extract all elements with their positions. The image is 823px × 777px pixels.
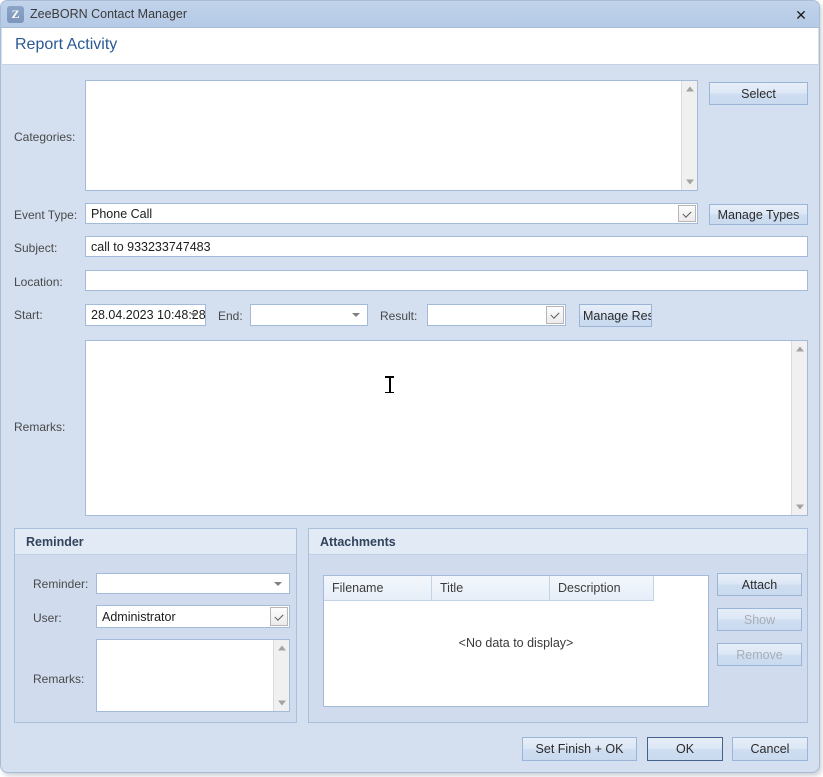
event-type-value: Phone Call	[91, 207, 152, 221]
scroll-down-icon[interactable]	[682, 174, 697, 190]
remove-button: Remove	[717, 643, 802, 666]
set-finish-ok-button[interactable]: Set Finish + OK	[522, 737, 637, 761]
event-type-combo[interactable]: Phone Call	[85, 203, 698, 224]
reminder-field-label: Reminder:	[33, 577, 88, 591]
start-value: 28.04.2023 10:48:28	[91, 308, 206, 322]
result-label: Result:	[380, 309, 417, 323]
cancel-button[interactable]: Cancel	[732, 737, 808, 761]
chevron-down-icon[interactable]	[270, 607, 288, 626]
reminder-group: Reminder Reminder: User: Administrator R…	[14, 528, 297, 723]
show-button: Show	[717, 608, 802, 631]
categories-scrollbar[interactable]	[681, 81, 697, 190]
end-datetime-input[interactable]	[250, 304, 368, 326]
reminder-remarks-textarea[interactable]	[96, 639, 290, 712]
scroll-up-icon[interactable]	[274, 640, 289, 656]
remarks-label: Remarks:	[14, 420, 65, 434]
window-title: ZeeBORN Contact Manager	[30, 7, 187, 21]
attachments-grid-header: Filename Title Description	[324, 576, 654, 601]
categories-label: Categories:	[14, 130, 75, 144]
attachments-empty-message: <No data to display>	[324, 636, 708, 650]
manage-types-button[interactable]: Manage Types	[709, 204, 808, 225]
calendar-dropdown-icon[interactable]	[274, 582, 282, 586]
start-datetime-input[interactable]: 28.04.2023 10:48:28	[85, 304, 206, 326]
scroll-up-icon[interactable]	[682, 81, 697, 97]
header-bar: Report Activity	[2, 28, 818, 65]
ok-button[interactable]: OK	[647, 737, 723, 761]
chevron-down-icon[interactable]	[546, 306, 564, 324]
app-logo-icon: Z	[7, 6, 24, 23]
attachments-group: Attachments Filename Title Description <…	[308, 528, 808, 723]
column-header-filename[interactable]: Filename	[324, 576, 432, 601]
end-label: End:	[218, 309, 243, 323]
subject-label: Subject:	[14, 241, 57, 255]
attachments-grid[interactable]: Filename Title Description <No data to d…	[323, 575, 709, 707]
manage-results-button[interactable]: Manage Results	[579, 304, 652, 327]
column-header-title[interactable]: Title	[432, 576, 550, 601]
scroll-up-icon[interactable]	[792, 341, 807, 357]
remarks-scrollbar[interactable]	[791, 341, 807, 515]
start-label: Start:	[14, 308, 43, 322]
subject-input[interactable]: call to 933233747483	[85, 236, 808, 257]
reminder-datetime-input[interactable]	[96, 573, 290, 594]
user-value: Administrator	[102, 610, 176, 624]
scroll-down-icon[interactable]	[792, 499, 807, 515]
result-combo[interactable]	[427, 304, 566, 326]
calendar-dropdown-icon[interactable]	[190, 313, 198, 317]
reminder-remarks-scrollbar[interactable]	[273, 640, 289, 711]
event-type-label: Event Type:	[14, 208, 77, 222]
reminder-group-title: Reminder	[26, 535, 84, 549]
attachments-group-title: Attachments	[320, 535, 396, 549]
reminder-remarks-label: Remarks:	[33, 672, 84, 686]
text-cursor	[385, 376, 394, 393]
remarks-textarea[interactable]	[85, 340, 808, 516]
title-bar: Z ZeeBORN Contact Manager ✕	[1, 1, 819, 28]
categories-list[interactable]	[85, 80, 698, 191]
location-input[interactable]	[85, 270, 808, 291]
close-icon[interactable]: ✕	[790, 5, 812, 25]
scroll-down-icon[interactable]	[274, 695, 289, 711]
attachments-group-header: Attachments	[309, 529, 807, 555]
subject-value: call to 933233747483	[91, 240, 211, 254]
attach-button[interactable]: Attach	[717, 573, 802, 596]
page-title: Report Activity	[15, 36, 117, 54]
column-header-description[interactable]: Description	[550, 576, 654, 601]
chevron-down-icon[interactable]	[678, 205, 696, 222]
report-activity-dialog: Z ZeeBORN Contact Manager ✕ Report Activ…	[0, 0, 820, 773]
location-label: Location:	[14, 275, 63, 289]
user-label: User:	[33, 611, 62, 625]
select-button[interactable]: Select	[709, 82, 808, 105]
user-combo[interactable]: Administrator	[96, 605, 290, 628]
calendar-dropdown-icon[interactable]	[352, 313, 360, 317]
reminder-group-header: Reminder	[15, 529, 296, 555]
